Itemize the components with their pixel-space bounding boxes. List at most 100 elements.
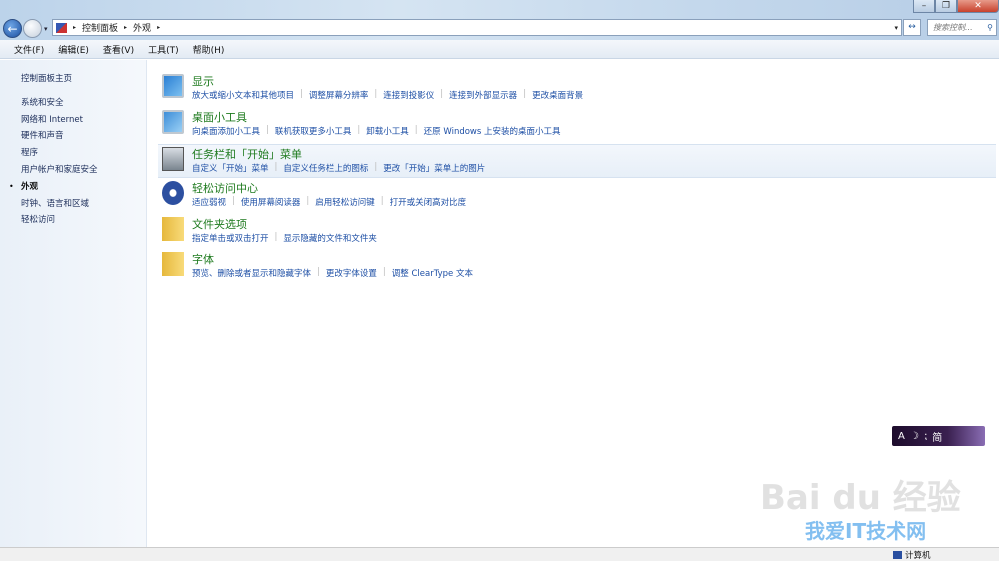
category-folder-options: 文件夹选项 指定单击或双击打开 | 显示隐藏的文件和文件夹: [158, 215, 996, 249]
ime-simplified[interactable]: 简: [932, 429, 942, 444]
sidebar-item-hardware-sound[interactable]: 硬件和声音: [21, 129, 64, 141]
sidebar-item-system-security[interactable]: 系统和安全: [21, 96, 64, 108]
task-link[interactable]: 更改桌面背景: [532, 89, 583, 101]
category-links: 向桌面添加小工具 | 联机获取更多小工具 | 卸载小工具 | 还原 Windows 上安装的…: [192, 125, 561, 137]
search-placeholder: 搜索控制...: [933, 23, 973, 32]
category-links: 自定义「开始」菜单 | 自定义任务栏上的图标 | 更改「开始」菜单上的图片: [192, 162, 485, 174]
breadcrumb-appearance[interactable]: 外观: [133, 21, 151, 34]
task-link[interactable]: 指定单击或双击打开: [192, 232, 269, 244]
control-panel-icon: [56, 22, 67, 33]
menu-file[interactable]: 文件(F): [14, 43, 44, 56]
task-link[interactable]: 还原 Windows 上安装的桌面小工具: [424, 125, 561, 137]
task-link[interactable]: 连接到外部显示器: [449, 89, 517, 101]
link-separator: |: [317, 267, 320, 277]
task-link[interactable]: 联机获取更多小工具: [275, 125, 352, 137]
category-title[interactable]: 字体: [192, 251, 214, 267]
link-separator: |: [274, 162, 278, 172]
refresh-button[interactable]: ↔: [903, 19, 921, 36]
sidebar-item-ease-of-access[interactable]: 轻松访问: [21, 213, 55, 225]
ime-mode-a[interactable]: A: [898, 431, 905, 442]
task-link[interactable]: 调整屏幕分辨率: [309, 89, 369, 101]
sidebar-home-link[interactable]: 控制面板主页: [21, 72, 72, 84]
category-title[interactable]: 文件夹选项: [192, 216, 247, 232]
menu-view[interactable]: 查看(V): [103, 43, 134, 56]
search-icon[interactable]: ⚲: [987, 20, 993, 35]
category-taskbar: 任务栏和「开始」菜单 自定义「开始」菜单 | 自定义任务栏上的图标 | 更改「开始」菜单上…: [158, 144, 996, 178]
task-link[interactable]: 调整 ClearType 文本: [392, 267, 473, 279]
back-button[interactable]: ←: [3, 19, 22, 38]
fonts-icon[interactable]: [162, 252, 184, 276]
folder-options-icon[interactable]: [162, 217, 184, 241]
sidebar-item-clock-language[interactable]: 时钟、语言和区域: [21, 197, 89, 209]
task-link[interactable]: 自定义任务栏上的图标: [283, 162, 368, 174]
display-icon[interactable]: [162, 74, 184, 98]
address-bar[interactable]: ▸ 控制面板 ▸ 外观 ▸ ▾: [52, 19, 902, 36]
current-item-bullet: •: [9, 182, 14, 191]
task-link[interactable]: 适应弱视: [192, 196, 226, 208]
link-separator: |: [300, 89, 303, 99]
computer-icon: [893, 551, 902, 559]
category-links: 指定单击或双击打开 | 显示隐藏的文件和文件夹: [192, 232, 377, 244]
minimize-button[interactable]: –: [913, 0, 935, 13]
task-link[interactable]: 更改字体设置: [326, 267, 377, 279]
punctuation-icon[interactable]: ⁏: [924, 431, 927, 442]
task-link[interactable]: 连接到投影仪: [383, 89, 434, 101]
category-gadgets: 桌面小工具 向桌面添加小工具 | 联机获取更多小工具 | 卸载小工具 | 还原 Windows…: [158, 108, 996, 142]
category-links: 预览、删除或者显示和隐藏字体 | 更改字体设置 | 调整 ClearType 文本: [192, 267, 473, 279]
task-link[interactable]: 更改「开始」菜单上的图片: [383, 162, 485, 174]
sidebar-item-user-accounts[interactable]: 用户帐户和家庭安全: [21, 163, 98, 175]
menu-bar: 文件(F) 编辑(E) 查看(V) 工具(T) 帮助(H): [0, 40, 999, 59]
close-button[interactable]: ✕: [957, 0, 999, 13]
main-content: 显示 放大或缩小文本和其他项目 | 调整屏幕分辨率 | 连接到投影仪 | 连接到外部显示器 | 更…: [150, 60, 999, 547]
link-separator: |: [306, 196, 310, 206]
task-link[interactable]: 向桌面添加小工具: [192, 125, 260, 137]
maximize-button[interactable]: ❐: [935, 0, 957, 13]
task-link[interactable]: 卸载小工具: [366, 125, 409, 137]
task-link[interactable]: 自定义「开始」菜单: [192, 162, 269, 174]
moon-icon[interactable]: ☽: [910, 431, 919, 442]
ease-of-access-icon[interactable]: [162, 181, 184, 205]
link-separator: |: [274, 232, 278, 242]
menu-tools[interactable]: 工具(T): [148, 43, 179, 56]
link-separator: |: [374, 162, 378, 172]
link-separator: |: [414, 125, 418, 135]
search-input[interactable]: 搜索控制... ⚲: [927, 19, 997, 36]
task-link[interactable]: 打开或关闭高对比度: [390, 196, 467, 208]
sidebar-item-appearance[interactable]: 外观: [21, 180, 38, 192]
task-link[interactable]: 启用轻松访问键: [315, 196, 375, 208]
ime-toolbar[interactable]: A ☽ ⁏ 简: [892, 426, 985, 446]
sidebar-item-network[interactable]: 网络和 Internet: [21, 113, 83, 125]
category-display: 显示 放大或缩小文本和其他项目 | 调整屏幕分辨率 | 连接到投影仪 | 连接到外部显示器 | 更…: [158, 72, 996, 106]
category-fonts: 字体 预览、删除或者显示和隐藏字体 | 更改字体设置 | 调整 ClearType 文本: [158, 250, 996, 284]
chevron-right-icon[interactable]: ▸: [73, 24, 76, 31]
gadgets-icon[interactable]: [162, 110, 184, 134]
link-separator: |: [523, 89, 527, 99]
link-separator: |: [382, 267, 386, 277]
link-separator: |: [357, 125, 361, 135]
address-dropdown-icon[interactable]: ▾: [894, 24, 898, 32]
link-separator: |: [440, 89, 444, 99]
task-link[interactable]: 放大或缩小文本和其他项目: [192, 89, 294, 101]
category-title[interactable]: 桌面小工具: [192, 109, 247, 125]
taskbar-icon[interactable]: [162, 147, 184, 171]
task-link[interactable]: 使用屏幕阅读器: [241, 196, 301, 208]
status-bar: 计算机: [0, 547, 999, 561]
sidebar: 控制面板主页 系统和安全 网络和 Internet 硬件和声音 程序 用户帐户和…: [0, 60, 147, 547]
chevron-right-icon[interactable]: ▸: [124, 24, 127, 31]
category-title[interactable]: 任务栏和「开始」菜单: [192, 146, 302, 162]
breadcrumb-control-panel[interactable]: 控制面板: [82, 21, 118, 34]
menu-edit[interactable]: 编辑(E): [58, 43, 89, 56]
menu-help[interactable]: 帮助(H): [193, 43, 225, 56]
link-separator: |: [374, 89, 378, 99]
link-separator: |: [266, 125, 269, 135]
task-link[interactable]: 预览、删除或者显示和隐藏字体: [192, 267, 311, 279]
chevron-right-icon[interactable]: ▸: [157, 24, 160, 31]
recent-pages-dropdown[interactable]: ▾: [44, 25, 48, 33]
category-links: 适应弱视 | 使用屏幕阅读器 | 启用轻松访问键 | 打开或关闭高对比度: [192, 196, 466, 208]
task-link[interactable]: 显示隐藏的文件和文件夹: [283, 232, 377, 244]
category-title[interactable]: 轻松访问中心: [192, 180, 258, 196]
category-ease-of-access: 轻松访问中心 适应弱视 | 使用屏幕阅读器 | 启用轻松访问键 | 打开或关闭高对比度: [158, 179, 996, 213]
category-title[interactable]: 显示: [192, 73, 214, 89]
forward-button[interactable]: [23, 19, 42, 38]
sidebar-item-programs[interactable]: 程序: [21, 146, 38, 158]
